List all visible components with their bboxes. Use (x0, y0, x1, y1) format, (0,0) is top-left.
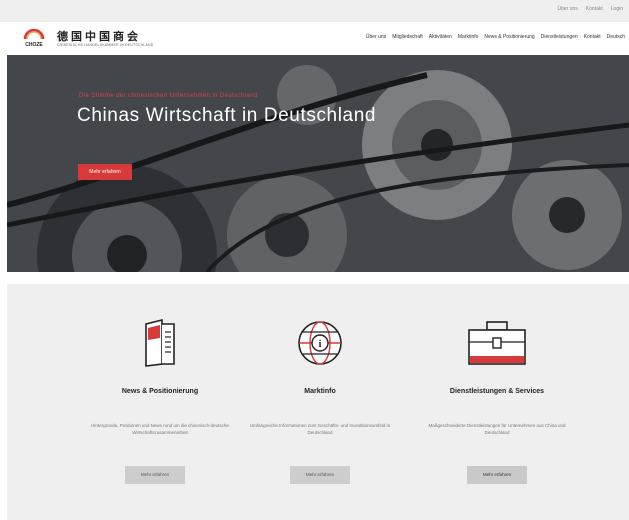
card-description: Maßgeschneiderte Dienstleistungen für Un… (428, 423, 566, 435)
hero-title: Chinas Wirtschaft in Deutschland (77, 105, 377, 126)
hero-banner: Die Stimme der chinesischen Unternehmen … (7, 55, 629, 272)
globe-info-icon[interactable]: i (295, 318, 345, 368)
svg-text:i: i (319, 339, 322, 350)
main-nav: Über uns Mitgliedschaft Aktivitäten Mark… (366, 34, 625, 40)
section-divider (0, 272, 629, 284)
top-links: Über uns Kontakt Login (558, 6, 624, 12)
services-section: News & Positionierung Hintergründe, Posi… (7, 284, 629, 520)
top-link-login[interactable]: Login (611, 6, 623, 12)
nav-item-dienstleistungen[interactable]: Dienstleistungen (541, 34, 578, 40)
card-dienstleistungen: Dienstleistungen & Services Maßgeschneid… (417, 318, 577, 484)
card-description: Umfangreiche Informationen zum Geschäfts… (249, 423, 391, 435)
nav-item-ueber-uns[interactable]: Über uns (366, 34, 386, 40)
nav-item-mitgliedschaft[interactable]: Mitgliedschaft (392, 34, 423, 40)
nav-item-news[interactable]: News & Positionierung (484, 34, 534, 40)
card-marktinfo: i Marktinfo Umfangreiche Informationen z… (240, 318, 400, 484)
top-bar: Über uns Kontakt Login (0, 0, 629, 22)
hero-more-button[interactable]: Mehr erfahren (78, 164, 132, 180)
site-header: CHOZE 德国中国商会 CHINESISCHE HANDELSKAMMER I… (0, 22, 629, 55)
logo-chinese-text[interactable]: 德国中国商会 (57, 28, 141, 44)
card-news-more-button[interactable]: Mehr erfahren (125, 466, 185, 484)
card-description: Hintergründe, Positionen und News rund u… (91, 423, 229, 435)
logo-subtitle: CHINESISCHE HANDELSKAMMER IN DEUTSCHLAND (57, 43, 154, 47)
top-link-about[interactable]: Über uns (558, 6, 578, 12)
nav-item-aktivitaeten[interactable]: Aktivitäten (429, 34, 452, 40)
card-dienstleistungen-more-button[interactable]: Mehr erfahren (467, 466, 527, 484)
nav-item-language[interactable]: Deutsch (607, 34, 625, 40)
document-icon[interactable] (138, 318, 182, 368)
top-link-contact[interactable]: Kontakt (586, 6, 603, 12)
nav-item-kontakt[interactable]: Kontakt (584, 34, 601, 40)
card-title: News & Positionierung (121, 388, 199, 395)
logo-text: CHOZE (25, 42, 43, 48)
card-title: Marktinfo (304, 388, 336, 395)
briefcase-icon[interactable] (465, 318, 529, 368)
card-news: News & Positionierung Hintergründe, Posi… (80, 318, 240, 484)
nav-item-marktinfo[interactable]: Marktinfo (458, 34, 479, 40)
card-title: Dienstleistungen & Services (449, 388, 545, 395)
card-marktinfo-more-button[interactable]: Mehr erfahren (290, 466, 350, 484)
logo-icon[interactable]: CHOZE (22, 28, 46, 48)
hero-kicker: Die Stimme der chinesischen Unternehmen … (79, 93, 258, 99)
